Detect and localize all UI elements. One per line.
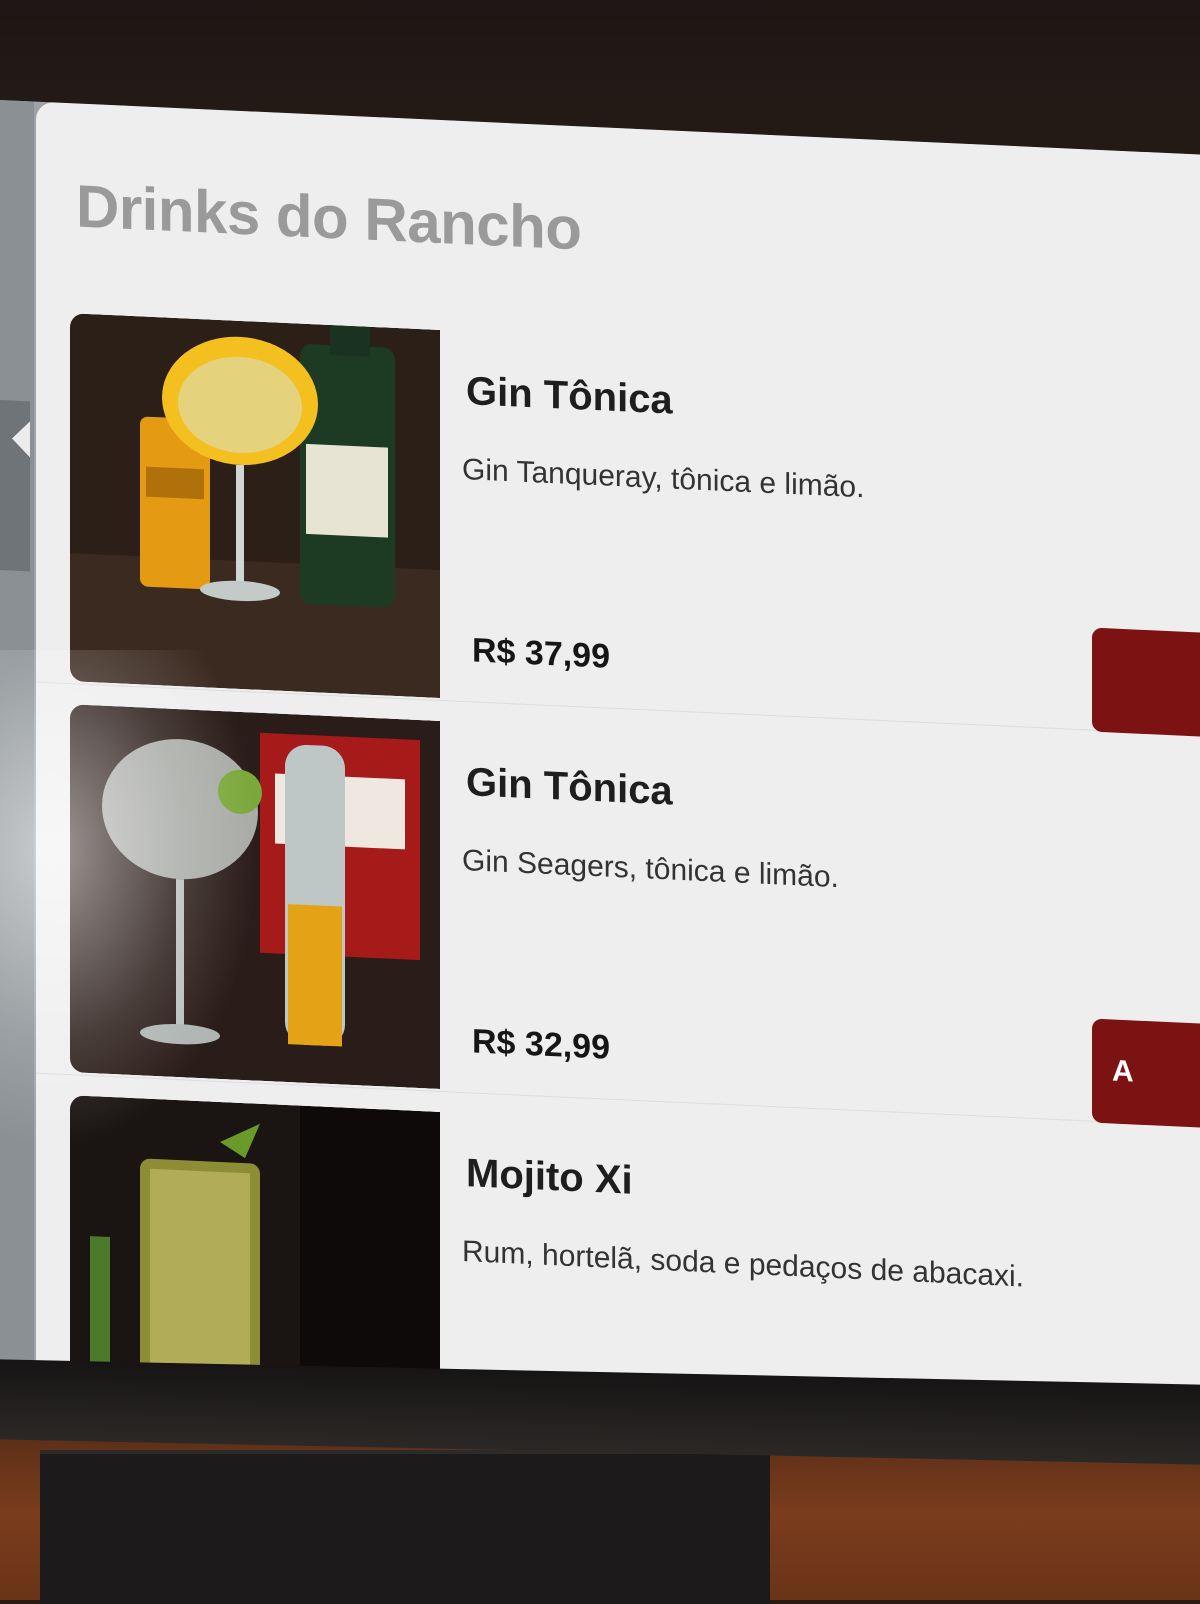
menu-item[interactable]: Gin Tônica Gin Tanqueray, tônica e limão… — [36, 301, 1200, 738]
add-to-cart-button[interactable]: A — [1092, 1018, 1200, 1129]
item-name: Mojito Xi — [466, 1151, 633, 1203]
gin-tonic-photo-icon — [70, 313, 440, 698]
caret-left-icon — [12, 420, 30, 458]
item-name: Gin Tônica — [466, 760, 673, 814]
item-name: Gin Tônica — [466, 369, 673, 423]
tablet-stand — [40, 1450, 770, 1604]
tablet-screen: Drinks do Rancho Gin Tônica Gin Tanquera… — [0, 100, 1200, 1445]
menu-item[interactable]: Gin Tônica Gin Seagers, tônica e limão. … — [36, 692, 1200, 1129]
item-description: Rum, hortelã, soda e pedaços de abacaxi. — [462, 1234, 1025, 1294]
item-price: R$ 32,99 — [472, 1022, 610, 1067]
side-panel — [0, 100, 34, 1392]
add-to-cart-button[interactable] — [1092, 627, 1200, 738]
gin-tonic-photo-icon — [70, 704, 440, 1089]
item-price: R$ 37,99 — [472, 631, 610, 676]
item-description: Gin Seagers, tônica e limão. — [462, 843, 839, 895]
device-photo: Drinks do Rancho Gin Tônica Gin Tanquera… — [0, 0, 1200, 1604]
page-title: Drinks do Rancho — [76, 172, 582, 263]
menu-panel: Drinks do Rancho Gin Tônica Gin Tanquera… — [36, 101, 1200, 1445]
item-description: Gin Tanqueray, tônica e limão. — [462, 452, 865, 505]
menu-list: Gin Tônica Gin Tanqueray, tônica e limão… — [36, 301, 1200, 1445]
